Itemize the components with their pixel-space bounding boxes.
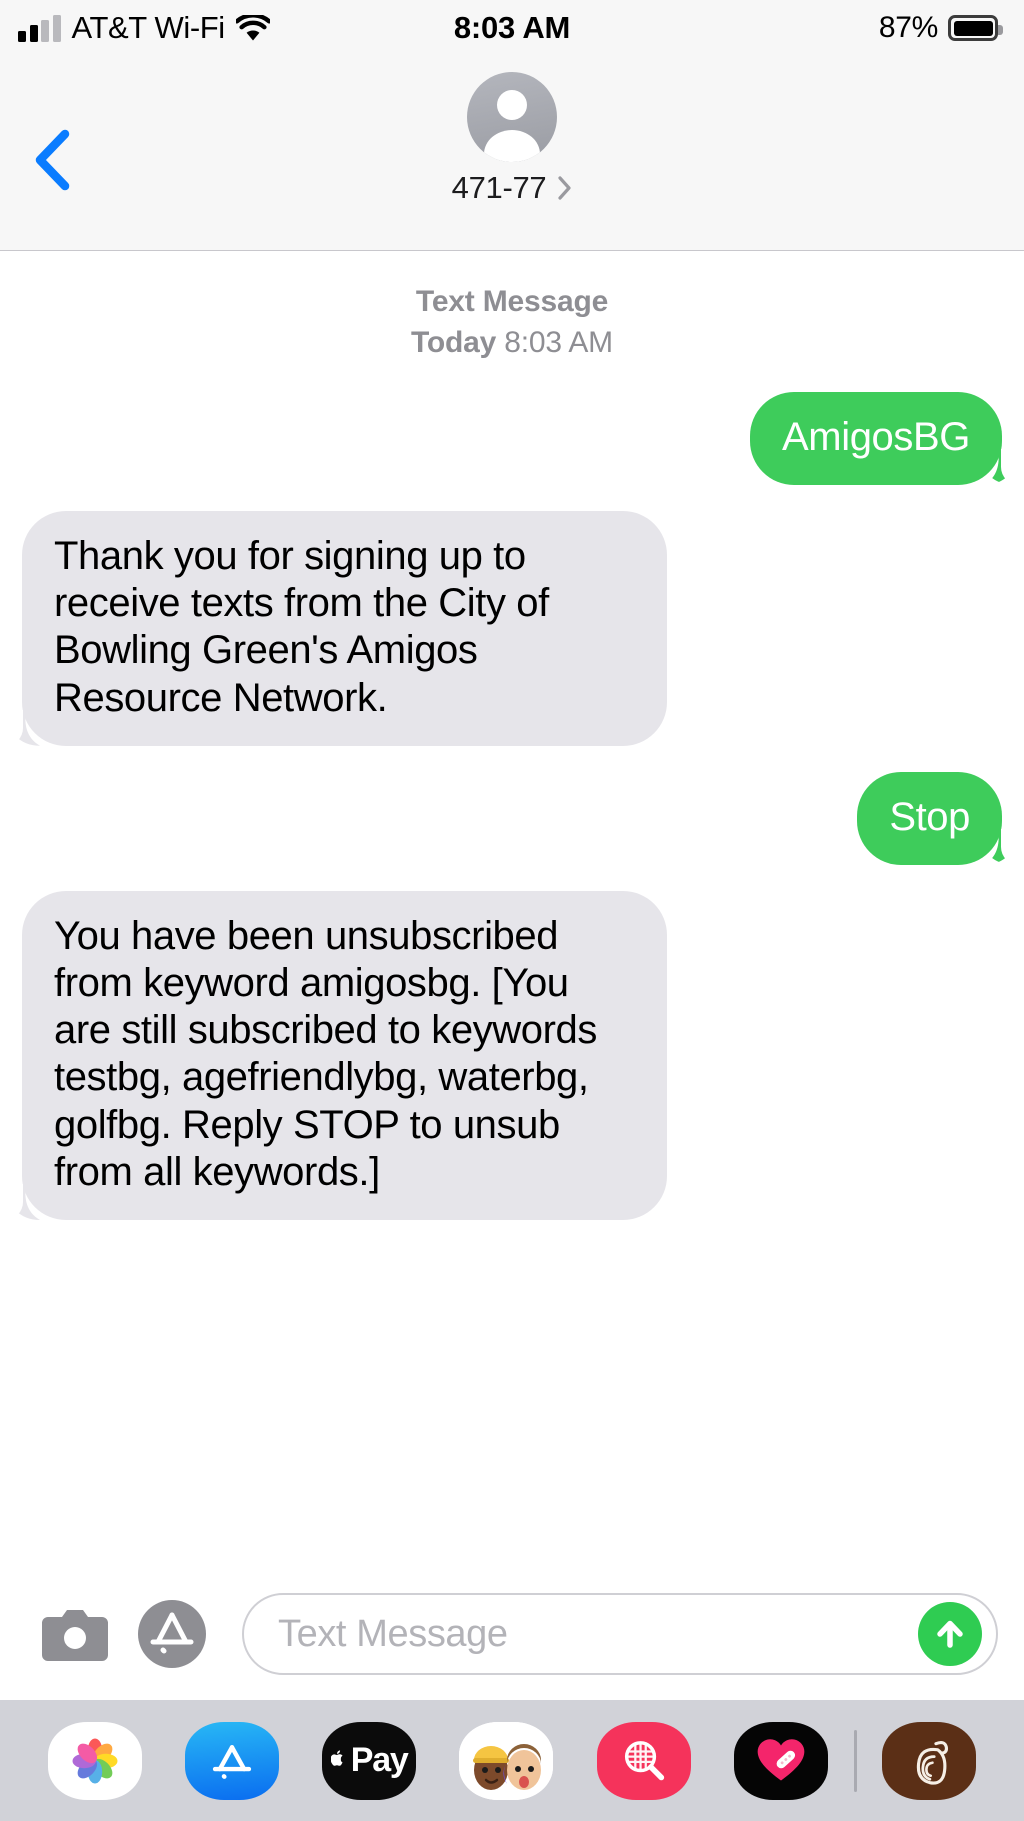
contact-name-row: 471-77 (452, 170, 573, 206)
app-drawer-separator (853, 1729, 857, 1792)
thread-timestamp: Text Message Today 8:03 AM (0, 281, 1024, 364)
app-health-heart[interactable] (712, 1721, 849, 1800)
app-store-app-icon (184, 1721, 279, 1800)
status-bar-right: 87% (878, 11, 1003, 45)
message-bubble[interactable]: Stop (857, 771, 1019, 866)
message-thread[interactable]: Text Message Today 8:03 AM AmigosBG Thank… (0, 251, 1024, 1568)
avatar (467, 72, 557, 162)
message-bubble[interactable]: AmigosBG (750, 391, 1019, 486)
pepper-app-icon (882, 1721, 977, 1800)
message-row-outgoing: Stop (0, 771, 1024, 866)
app-store-icon[interactable] (136, 1598, 208, 1670)
contact-name: 471-77 (451, 170, 547, 205)
app-image-search[interactable] (575, 1721, 712, 1800)
text-message-field[interactable]: Text Message (242, 1593, 998, 1675)
chevron-right-icon (557, 175, 572, 201)
camera-icon[interactable] (42, 1607, 108, 1661)
contact-info-button[interactable]: 471-77 (0, 72, 1024, 206)
message-row-incoming: You have been unsubscribed from keyword … (0, 890, 1024, 1221)
app-app-store[interactable] (163, 1721, 300, 1800)
apple-pay-app-icon: Pay (322, 1721, 417, 1800)
message-list: AmigosBG Thank you for signing up to rece… (0, 391, 1024, 1221)
cellular-signal-icon (18, 14, 61, 42)
apple-pay-label: Pay (350, 1741, 409, 1779)
messages-screen: AT&T Wi-Fi 8:03 AM 87% 471-77 Text Messa… (0, 0, 1024, 1821)
app-pepper[interactable] (861, 1721, 998, 1800)
message-bubble[interactable]: Thank you for signing up to receive text… (5, 510, 667, 746)
app-memoji[interactable] (438, 1721, 575, 1800)
photos-app-icon (47, 1721, 142, 1800)
message-bubble[interactable]: You have been unsubscribed from keyword … (5, 890, 667, 1221)
wifi-icon (234, 13, 272, 41)
image-search-app-icon (596, 1721, 691, 1800)
message-row-outgoing: AmigosBG (0, 391, 1024, 486)
status-bar: AT&T Wi-Fi 8:03 AM 87% (0, 0, 1024, 56)
send-button[interactable] (918, 1602, 982, 1666)
day-label: Today (411, 326, 497, 360)
text-message-placeholder: Text Message (278, 1612, 508, 1655)
message-row-incoming: Thank you for signing up to receive text… (0, 510, 1024, 746)
conversation-header: 471-77 (0, 56, 1024, 251)
carrier-label: AT&T Wi-Fi (71, 10, 226, 45)
health-heart-app-icon (734, 1721, 829, 1800)
battery-icon (948, 15, 1003, 41)
date-time-label: Today 8:03 AM (0, 322, 1024, 363)
imessage-app-drawer: Pay (0, 1700, 1024, 1821)
send-arrow-up-icon (937, 1620, 963, 1648)
status-bar-left: AT&T Wi-Fi (18, 10, 272, 46)
memoji-app-icon (459, 1721, 554, 1800)
time-label: 8:03 AM (504, 326, 613, 360)
service-label: Text Message (415, 285, 609, 318)
message-input-bar: Text Message (0, 1568, 1024, 1700)
battery-percent-label: 87% (878, 11, 938, 44)
app-apple-pay[interactable]: Pay (301, 1721, 438, 1800)
app-photos[interactable] (26, 1721, 163, 1800)
